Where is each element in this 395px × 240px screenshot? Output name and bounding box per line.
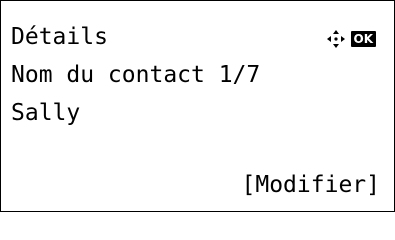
contact-name-label: Nom du contact 1/7 xyxy=(11,62,261,88)
four-way-arrow-icon xyxy=(326,30,345,48)
ok-key-icon: OK xyxy=(350,31,376,47)
lcd-panel: Détails OK Nom du contact 1/7 Sally [Mod… xyxy=(0,0,395,212)
contact-name-value: Sally xyxy=(11,100,81,126)
modify-softkey[interactable]: [Modifier] xyxy=(242,171,380,199)
status-indicators: OK xyxy=(326,29,376,49)
screen-title: Détails xyxy=(11,24,108,50)
